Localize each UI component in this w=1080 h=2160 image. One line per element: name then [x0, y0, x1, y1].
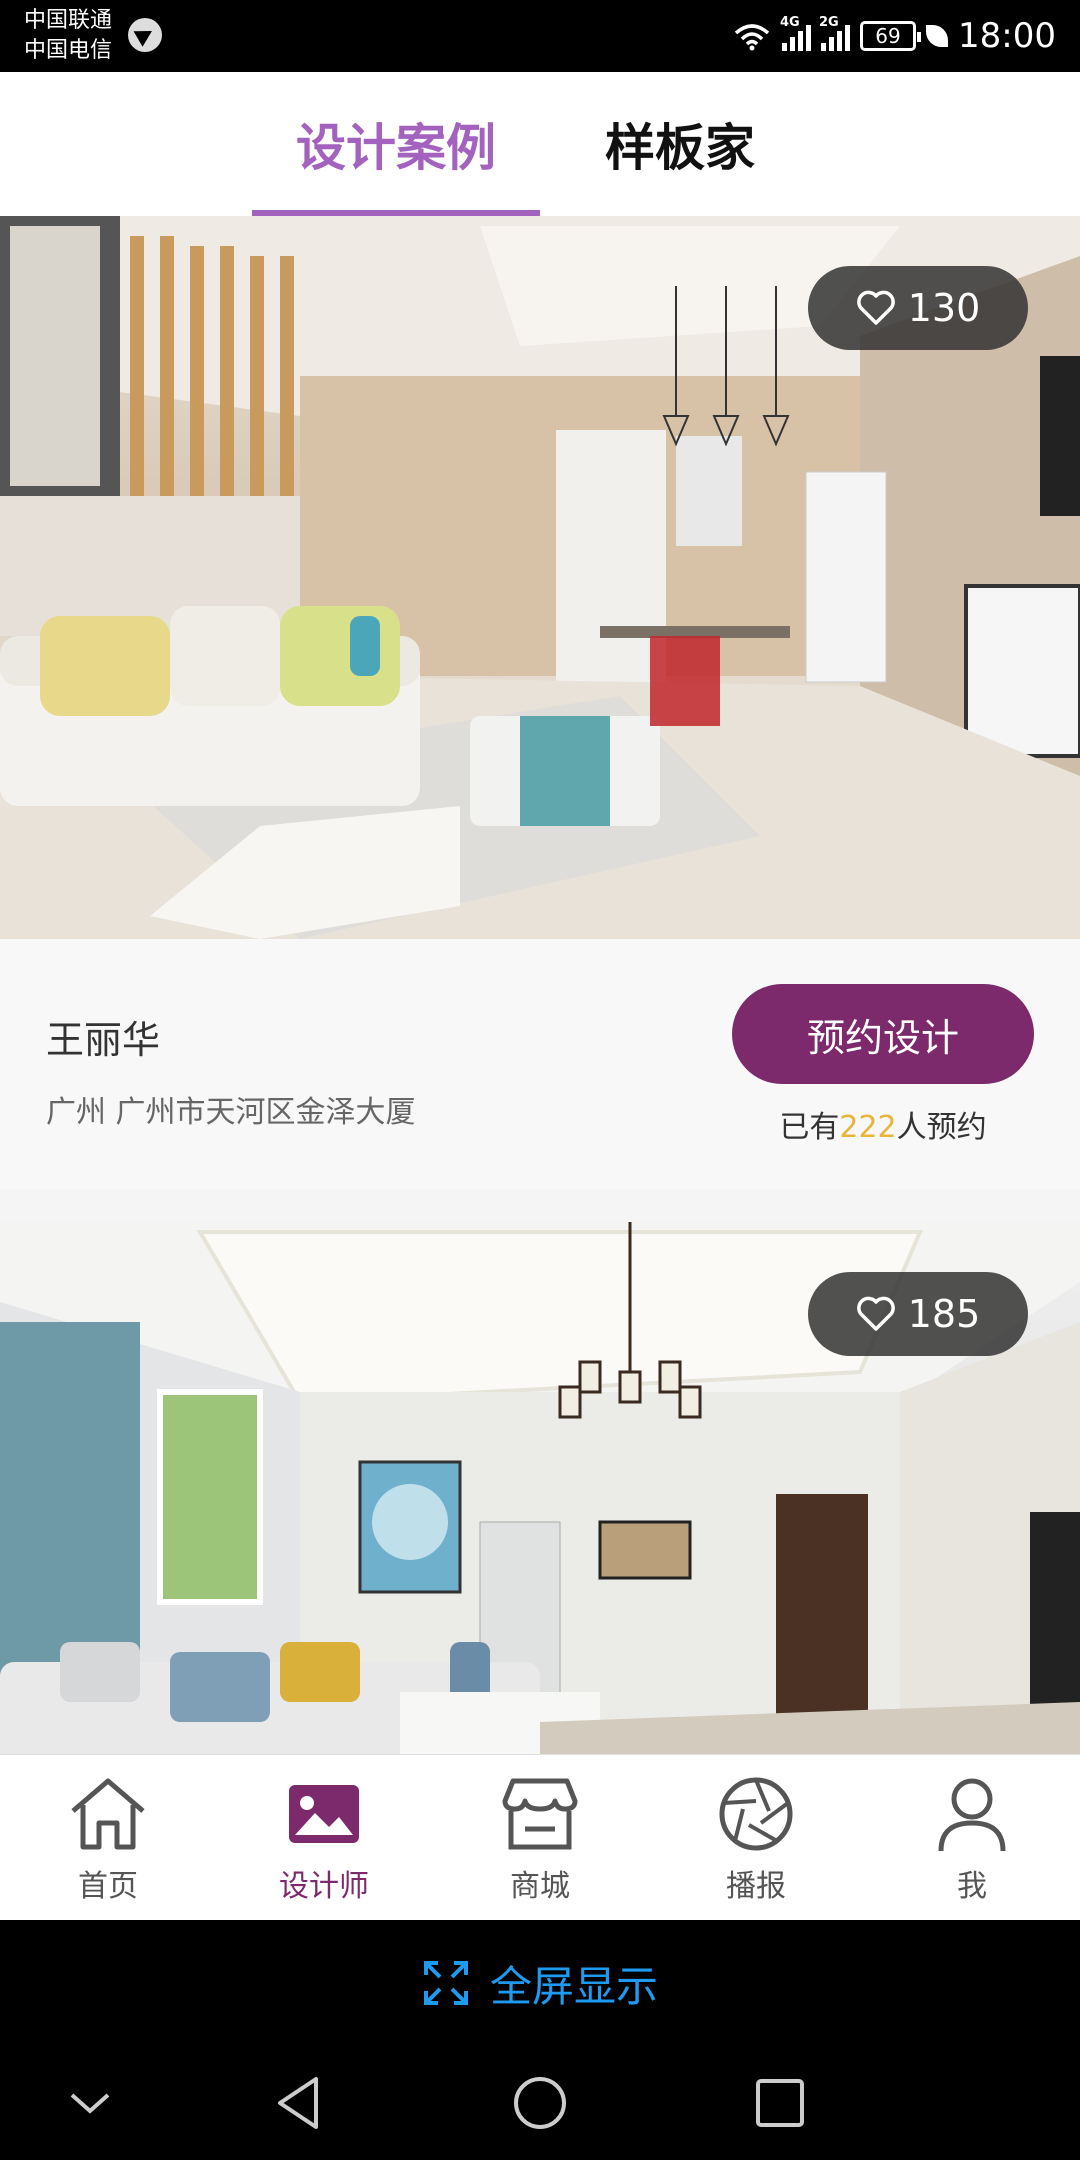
carrier-2: 中国电信 — [24, 38, 113, 63]
top-tabs: 设计案例 样板家 — [0, 72, 1080, 216]
nav-label: 播报 — [726, 1869, 786, 1904]
status-indicators: 4G 2G 69 18:00 — [732, 0, 1056, 72]
case-info: 王丽华 广州 广州市天河区金泽大厦 预约设计 已有222人预约 — [0, 939, 1080, 1189]
booked-count-text: 已有222人预约 — [732, 1102, 1034, 1146]
nav-item-designer[interactable]: 设计师 — [216, 1755, 432, 1921]
network-type-1: 4G — [780, 15, 800, 30]
case-photo[interactable]: 185 — [0, 1222, 1080, 1754]
back-triangle-icon[interactable] — [268, 2071, 332, 2135]
nav-item-broadcast[interactable]: 播报 — [648, 1755, 864, 1921]
aperture-icon — [719, 1777, 793, 1851]
booked-count: 222 — [839, 1110, 897, 1145]
nav-item-me[interactable]: 我 — [864, 1755, 1080, 1921]
book-design-button[interactable]: 预约设计 — [732, 984, 1034, 1084]
battery-icon: 69 — [860, 21, 922, 51]
booked-suffix: 人预约 — [896, 1110, 987, 1145]
carrier-1: 中国联通 — [24, 8, 113, 33]
designer-name: 王丽华 — [46, 1018, 161, 1062]
store-icon — [502, 1778, 578, 1850]
like-counter[interactable]: 130 — [808, 266, 1028, 350]
expand-icon — [423, 1961, 468, 2005]
heart-icon — [856, 1296, 895, 1331]
nav-label: 首页 — [78, 1869, 138, 1904]
fullscreen-toggle[interactable]: 全屏显示 — [0, 1920, 1080, 2046]
tab-model-homes[interactable]: 样板家 — [560, 72, 800, 216]
battery-level: 69 — [875, 24, 901, 48]
status-bar: 中国联通 中国电信 4G 2G 69 18:00 — [0, 0, 1080, 72]
fullscreen-label: 全屏显示 — [489, 1961, 658, 2011]
recents-square-icon[interactable] — [748, 2071, 812, 2135]
case-photo[interactable]: 130 — [0, 216, 1080, 939]
heart-icon — [856, 290, 895, 325]
nav-label: 我 — [957, 1869, 987, 1904]
nav-item-store[interactable]: 商城 — [432, 1755, 648, 1921]
wifi-icon — [734, 24, 770, 51]
leaf-icon — [926, 25, 949, 47]
nav-item-home[interactable]: 首页 — [0, 1755, 216, 1921]
tab-design-cases[interactable]: 设计案例 — [252, 72, 540, 216]
home-circle-icon[interactable] — [508, 2071, 572, 2135]
user-icon — [938, 1778, 1006, 1852]
chevron-down-icon[interactable] — [58, 2071, 122, 2135]
signal-2g-icon: 2G — [819, 15, 851, 51]
nav-label: 商城 — [510, 1869, 570, 1904]
location-arrow-icon — [128, 18, 162, 52]
carrier-info: 中国联通 中国电信 — [24, 6, 112, 66]
signal-4g-icon: 4G — [780, 15, 812, 51]
nav-label: 设计师 — [279, 1869, 369, 1904]
like-count: 130 — [907, 286, 981, 330]
network-type-2: 2G — [819, 15, 839, 30]
like-counter[interactable]: 185 — [808, 1272, 1028, 1356]
case-address: 广州 广州市天河区金泽大厦 — [46, 1095, 416, 1130]
system-nav — [0, 2046, 1080, 2160]
booked-prefix: 已有 — [779, 1110, 840, 1145]
like-count: 185 — [907, 1292, 981, 1336]
home-icon — [71, 1778, 145, 1850]
clock: 18:00 — [958, 16, 1056, 56]
bottom-nav: 首页 设计师 商城 播报 我 — [0, 1754, 1080, 1920]
app-screen: 中国联通 中国电信 4G 2G 69 18:00 设计案例 样板家 130 王丽… — [0, 0, 1080, 2160]
image-icon — [289, 1785, 359, 1843]
